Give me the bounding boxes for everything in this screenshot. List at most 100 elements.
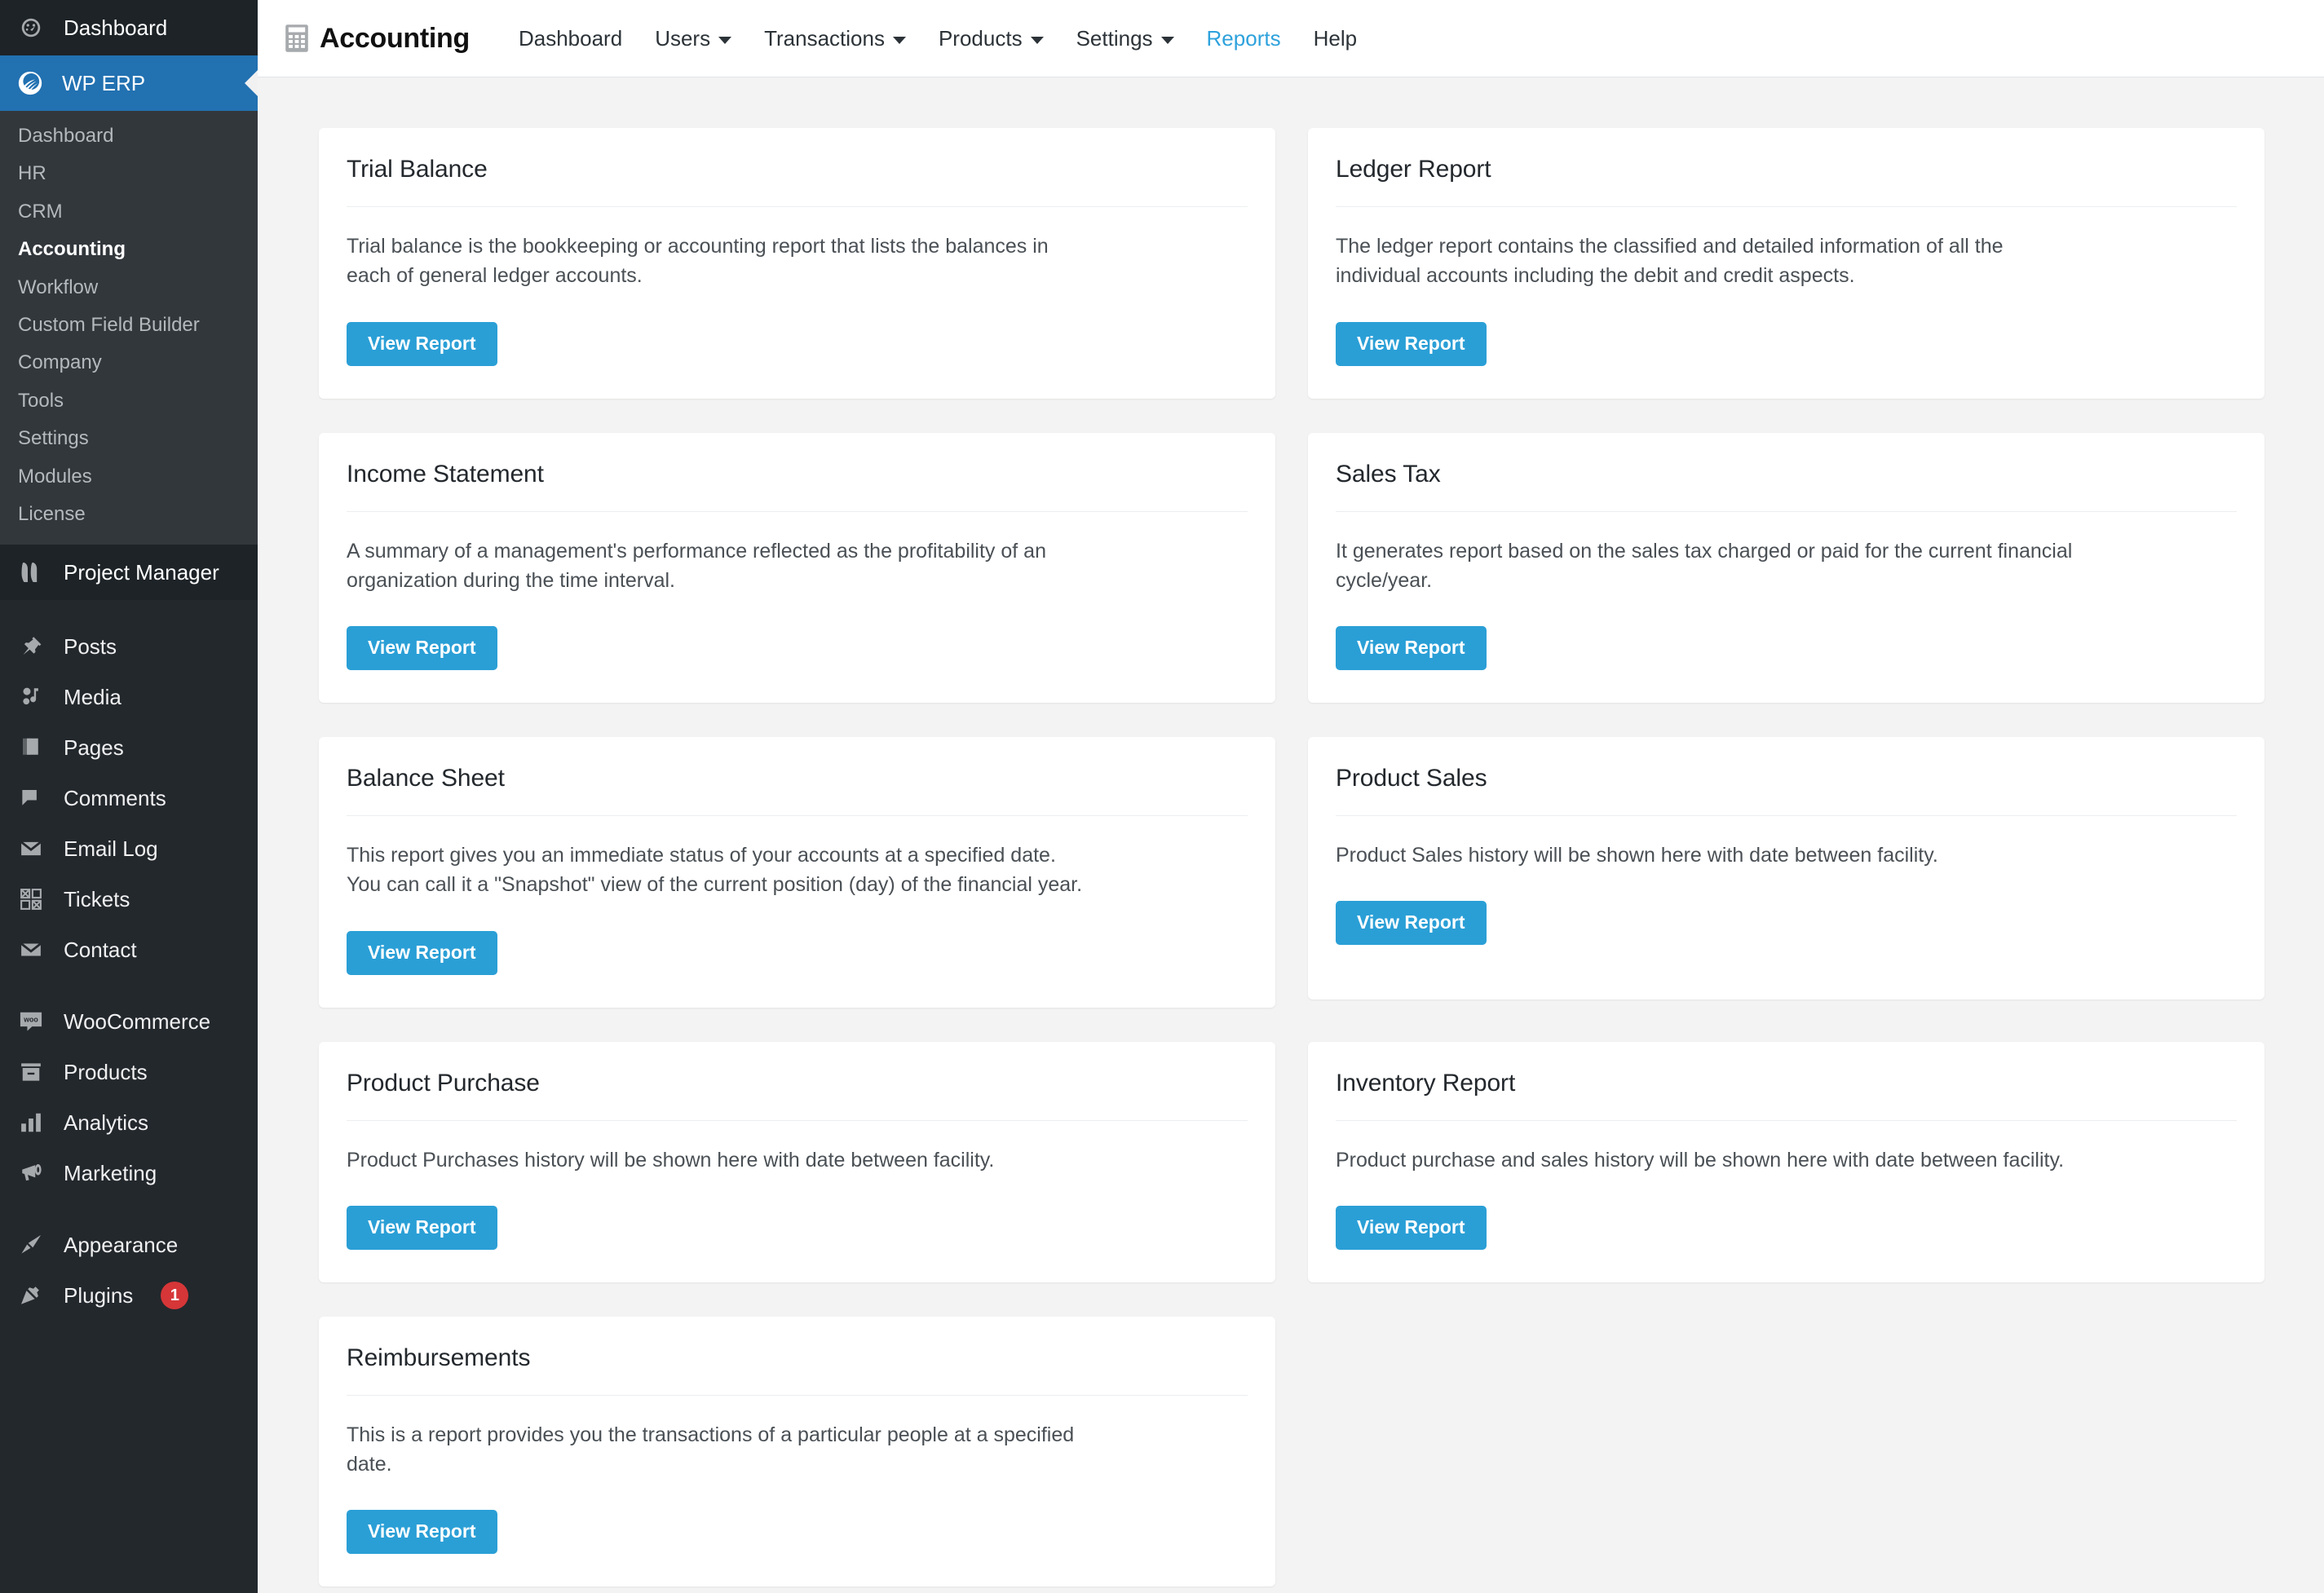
desc-line: This is a report provides you the transa…: [347, 1423, 1075, 1446]
sidebar-subitem-crm[interactable]: CRM: [0, 193, 258, 231]
tab-dashboard[interactable]: Dashboard: [502, 26, 638, 51]
card-description: The ledger report contains the classifie…: [1336, 207, 2237, 291]
sidebar-subitem-company[interactable]: Company: [0, 344, 258, 382]
sidebar-item-products[interactable]: Products: [0, 1047, 258, 1097]
tab-label: Help: [1313, 25, 1358, 51]
sidebar-item-label: Analytics: [64, 1110, 149, 1135]
desc-line: individual accounts including the debit …: [1336, 264, 1855, 288]
tab-settings[interactable]: Settings: [1060, 26, 1191, 51]
sidebar-item-label: Media: [64, 684, 122, 709]
sidebar-item-email-log[interactable]: Email Log: [0, 823, 258, 874]
card-title: Reimbursements: [347, 1344, 1248, 1396]
accounting-topnav: Accounting Dashboard Users Transactions …: [258, 0, 2324, 77]
sidebar-subitem-dashboard[interactable]: Dashboard: [0, 117, 258, 155]
sidebar-item-contact[interactable]: Contact: [0, 924, 258, 975]
view-report-button[interactable]: View Report: [347, 1205, 497, 1250]
sidebar-subitem-license[interactable]: License: [0, 496, 258, 533]
tab-label: Reports: [1206, 25, 1281, 51]
report-card-sales-tax: Sales Tax It generates report based on t…: [1308, 432, 2264, 703]
sidebar-item-label: Products: [64, 1059, 148, 1084]
desc-line: cycle/year.: [1336, 568, 1433, 592]
sidebar-subitem-workflow[interactable]: Workflow: [0, 269, 258, 307]
sidebar-item-appearance[interactable]: Appearance: [0, 1220, 258, 1270]
bar-chart-icon: [16, 1108, 46, 1137]
view-report-button[interactable]: View Report: [347, 1510, 497, 1555]
accounting-brand: Accounting: [285, 23, 470, 55]
sidebar-item-project-manager[interactable]: Project Manager: [0, 545, 258, 601]
sidebar-item-label: Project Manager: [64, 559, 219, 585]
tab-label: Settings: [1076, 25, 1153, 51]
card-description: Product purchase and sales history will …: [1336, 1121, 2237, 1175]
sidebar-subitem-modules[interactable]: Modules: [0, 458, 258, 496]
sidebar-item-pages[interactable]: Pages: [0, 722, 258, 773]
desc-line: each of general ledger accounts.: [347, 264, 643, 288]
tab-transactions[interactable]: Transactions: [748, 26, 922, 51]
view-report-button[interactable]: View Report: [347, 626, 497, 670]
view-report-button[interactable]: View Report: [347, 321, 497, 366]
sidebar-item-media[interactable]: Media: [0, 672, 258, 722]
report-card-balance-sheet: Balance Sheet This report gives you an i…: [319, 737, 1275, 1008]
sidebar-item-label: Tickets: [64, 886, 130, 911]
admin-screen: Dashboard WP ERP Dashboard HR CRM Accoun…: [0, 0, 2324, 1593]
sidebar-item-analytics[interactable]: Analytics: [0, 1097, 258, 1148]
sidebar-item-label: Plugins: [64, 1282, 134, 1308]
sidebar-subitem-settings[interactable]: Settings: [0, 420, 258, 457]
tab-users[interactable]: Users: [638, 26, 748, 51]
svg-text:woo: woo: [23, 1016, 38, 1024]
desc-line: Product Purchases history will be shown …: [347, 1148, 995, 1172]
sidebar-divider-2: [0, 975, 258, 996]
report-card-inventory-report: Inventory Report Product purchase and sa…: [1308, 1041, 2264, 1282]
sidebar-item-comments[interactable]: Comments: [0, 773, 258, 823]
desc-line: Trial balance is the bookkeeping or acco…: [347, 235, 1049, 258]
tab-help[interactable]: Help: [1297, 26, 1373, 51]
reports-content: Trial Balance Trial balance is the bookk…: [258, 77, 2324, 1587]
report-card-income-statement: Income Statement A summary of a manageme…: [319, 432, 1275, 703]
calculator-icon: [285, 24, 309, 53]
view-report-button[interactable]: View Report: [1336, 1205, 1487, 1250]
sidebar-subitem-hr[interactable]: HR: [0, 155, 258, 192]
report-card-ledger-report: Ledger Report The ledger report contains…: [1308, 128, 2264, 399]
media-icon: [16, 682, 46, 712]
sidebar-subitem-custom-field-builder[interactable]: Custom Field Builder: [0, 307, 258, 344]
sidebar-item-label: Dashboard: [64, 15, 168, 40]
card-description: Trial balance is the bookkeeping or acco…: [347, 207, 1248, 291]
sidebar-item-dashboard[interactable]: Dashboard: [0, 0, 258, 55]
sidebar-item-posts[interactable]: Posts: [0, 621, 258, 672]
envelope-open-icon: [16, 834, 46, 863]
desc-line: Product Sales history will be shown here…: [1336, 844, 1938, 867]
wp-erp-submenu: Dashboard HR CRM Accounting Workflow Cus…: [0, 111, 258, 545]
report-card-reimbursements: Reimbursements This is a report provides…: [319, 1316, 1275, 1587]
sidebar-item-label: Posts: [64, 633, 117, 659]
sidebar-subitem-tools[interactable]: Tools: [0, 382, 258, 420]
view-report-button[interactable]: View Report: [1336, 321, 1487, 366]
view-report-button[interactable]: View Report: [347, 930, 497, 975]
tab-label: Users: [655, 25, 711, 51]
view-report-button[interactable]: View Report: [1336, 901, 1487, 946]
card-title: Ledger Report: [1336, 156, 2237, 207]
card-description: Product Sales history will be shown here…: [1336, 816, 2237, 870]
chevron-down-icon: [1160, 36, 1174, 44]
paintbrush-icon: [16, 1230, 46, 1260]
sidebar-item-woocommerce[interactable]: woo WooCommerce: [0, 996, 258, 1047]
tab-reports[interactable]: Reports: [1191, 26, 1297, 51]
card-title: Trial Balance: [347, 156, 1248, 207]
pages-icon: [16, 733, 46, 762]
tab-products[interactable]: Products: [922, 26, 1060, 51]
sidebar-divider: [0, 600, 258, 621]
sidebar-subitem-accounting[interactable]: Accounting: [0, 231, 258, 268]
megaphone-icon: [16, 1158, 46, 1188]
sidebar-item-marketing[interactable]: Marketing: [0, 1148, 258, 1198]
tab-label: Transactions: [764, 25, 885, 51]
dashboard-icon: [16, 13, 46, 42]
card-title: Income Statement: [347, 461, 1248, 512]
sidebar-item-plugins[interactable]: Plugins 1: [0, 1270, 258, 1321]
report-card-product-purchase: Product Purchase Product Purchases histo…: [319, 1041, 1275, 1282]
view-report-button[interactable]: View Report: [1336, 626, 1487, 670]
pin-icon: [16, 632, 46, 661]
sidebar-item-tickets[interactable]: Tickets: [0, 874, 258, 924]
card-title: Inventory Report: [1336, 1070, 2237, 1121]
report-card-trial-balance: Trial Balance Trial balance is the bookk…: [319, 128, 1275, 399]
chevron-down-icon: [718, 36, 732, 44]
sidebar-item-wp-erp[interactable]: WP ERP: [0, 55, 258, 111]
card-description: Product Purchases history will be shown …: [347, 1121, 1248, 1175]
